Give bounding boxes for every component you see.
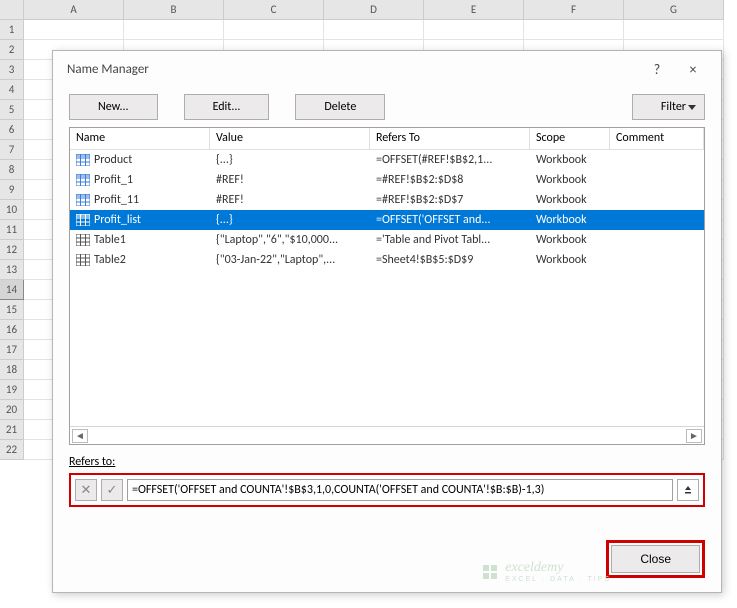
row-header[interactable]: 19	[0, 380, 24, 400]
close-button[interactable]: Close	[611, 545, 700, 573]
dialog-title: Name Manager	[67, 62, 149, 77]
row-header[interactable]: 5	[0, 100, 24, 120]
cell[interactable]	[24, 20, 124, 40]
col-refers[interactable]: Refers To	[370, 128, 530, 149]
column-header[interactable]: B	[124, 0, 224, 20]
close-x-button[interactable]: ×	[675, 51, 711, 87]
horizontal-scrollbar[interactable]: ◄ ►	[70, 426, 704, 444]
list-item[interactable]: Profit_1#REF!=#REF!$B$2:$D$8Workbook	[70, 170, 704, 190]
list-item[interactable]: Table1{"Laptop","6","$10,000...='Table a…	[70, 230, 704, 250]
row-header[interactable]: 6	[0, 120, 24, 140]
cell[interactable]	[624, 20, 724, 40]
row-header[interactable]: 18	[0, 360, 24, 380]
help-button[interactable]: ?	[639, 51, 675, 87]
row-header[interactable]: 1	[0, 20, 24, 40]
scroll-right-icon[interactable]: ►	[686, 429, 702, 443]
row-header[interactable]: 17	[0, 340, 24, 360]
cell[interactable]	[324, 20, 424, 40]
row-header[interactable]: 11	[0, 220, 24, 240]
column-header[interactable]: C	[224, 0, 324, 20]
cell[interactable]	[124, 20, 224, 40]
scroll-left-icon[interactable]: ◄	[72, 429, 88, 443]
cell[interactable]	[424, 20, 524, 40]
col-name[interactable]: Name	[70, 128, 210, 149]
watermark-logo: exceldemy EXCEL · DATA · TIPS	[481, 560, 611, 583]
filter-button[interactable]: Filter	[632, 94, 705, 120]
col-comment[interactable]: Comment	[610, 128, 704, 149]
column-header[interactable]: F	[524, 0, 624, 20]
name-manager-dialog: Name Manager ? × New... Edit... Delete F…	[52, 50, 722, 593]
list-item[interactable]: Table2{"03-Jan-22","Laptop",...=Sheet4!$…	[70, 250, 704, 270]
row-header[interactable]: 20	[0, 400, 24, 420]
refers-to-input[interactable]	[127, 479, 673, 501]
list-item[interactable]: Profit_list{...}=OFFSET('OFFSET and...Wo…	[70, 210, 704, 230]
col-scope[interactable]: Scope	[530, 128, 610, 149]
column-header[interactable]: G	[624, 0, 724, 20]
row-header[interactable]: 22	[0, 440, 24, 460]
delete-button[interactable]: Delete	[295, 94, 385, 120]
list-header[interactable]: Name Value Refers To Scope Comment	[70, 128, 704, 150]
row-header[interactable]: 8	[0, 160, 24, 180]
row-header[interactable]: 3	[0, 60, 24, 80]
edit-button[interactable]: Edit...	[184, 94, 270, 120]
column-header[interactable]: A	[24, 0, 124, 20]
refers-to-highlight: ✕ ✓	[69, 473, 705, 507]
confirm-edit-button[interactable]: ✓	[101, 479, 123, 501]
row-header[interactable]: 12	[0, 240, 24, 260]
close-highlight: Close	[606, 540, 705, 578]
cell[interactable]	[524, 20, 624, 40]
row-header[interactable]: 2	[0, 40, 24, 60]
col-value[interactable]: Value	[210, 128, 370, 149]
row-header[interactable]: 21	[0, 420, 24, 440]
row-header[interactable]: 16	[0, 320, 24, 340]
refers-to-label: Refers to:	[69, 455, 115, 469]
column-header[interactable]: D	[324, 0, 424, 20]
names-list: Name Value Refers To Scope Comment Produ…	[69, 127, 705, 445]
list-item[interactable]: Profit_11#REF!=#REF!$B$2:$D$7Workbook	[70, 190, 704, 210]
new-button[interactable]: New...	[69, 94, 158, 120]
row-header[interactable]: 10	[0, 200, 24, 220]
titlebar[interactable]: Name Manager ? ×	[53, 51, 721, 87]
row-header[interactable]: 13	[0, 260, 24, 280]
watermark-icon	[481, 563, 499, 581]
cancel-edit-button[interactable]: ✕	[75, 479, 97, 501]
column-header[interactable]: E	[424, 0, 524, 20]
list-item[interactable]: Product{...}=OFFSET(#REF!$B$2,1...Workbo…	[70, 150, 704, 170]
row-header[interactable]: 15	[0, 300, 24, 320]
cell[interactable]	[224, 20, 324, 40]
row-header[interactable]: 14	[0, 280, 24, 300]
collapse-dialog-icon[interactable]	[677, 479, 699, 501]
row-header[interactable]: 4	[0, 80, 24, 100]
row-header[interactable]: 9	[0, 180, 24, 200]
row-header[interactable]: 7	[0, 140, 24, 160]
